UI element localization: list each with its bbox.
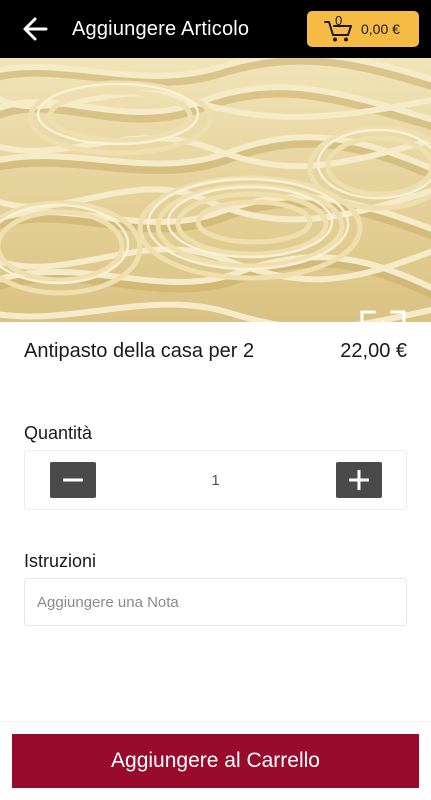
back-button[interactable] <box>18 13 52 45</box>
item-price: 22,00 € <box>340 340 407 362</box>
notes-label: Istruzioni <box>24 551 97 571</box>
app-header: Aggiungere Articolo 0 0,00 € <box>0 0 431 58</box>
quantity-stepper: 1 <box>24 450 407 510</box>
cart-total: 0,00 € <box>361 21 400 37</box>
pasta-photo <box>0 58 431 322</box>
quantity-label: Quantità <box>24 423 93 443</box>
arrow-left-icon <box>23 17 48 41</box>
expand-icon[interactable] <box>360 310 406 322</box>
cart-count-badge: 0 <box>335 13 343 28</box>
add-to-cart-button[interactable]: Aggiungere al Carrello <box>12 734 419 788</box>
cart-button[interactable]: 0 0,00 € <box>307 11 419 47</box>
page-title: Aggiungere Articolo <box>72 18 250 40</box>
footer-divider <box>0 721 431 722</box>
item-image <box>0 58 431 322</box>
item-name: Antipasto della casa per 2 <box>24 340 255 362</box>
plus-icon <box>349 470 369 490</box>
increase-quantity-button[interactable] <box>336 462 382 498</box>
notes-input[interactable] <box>24 578 407 626</box>
